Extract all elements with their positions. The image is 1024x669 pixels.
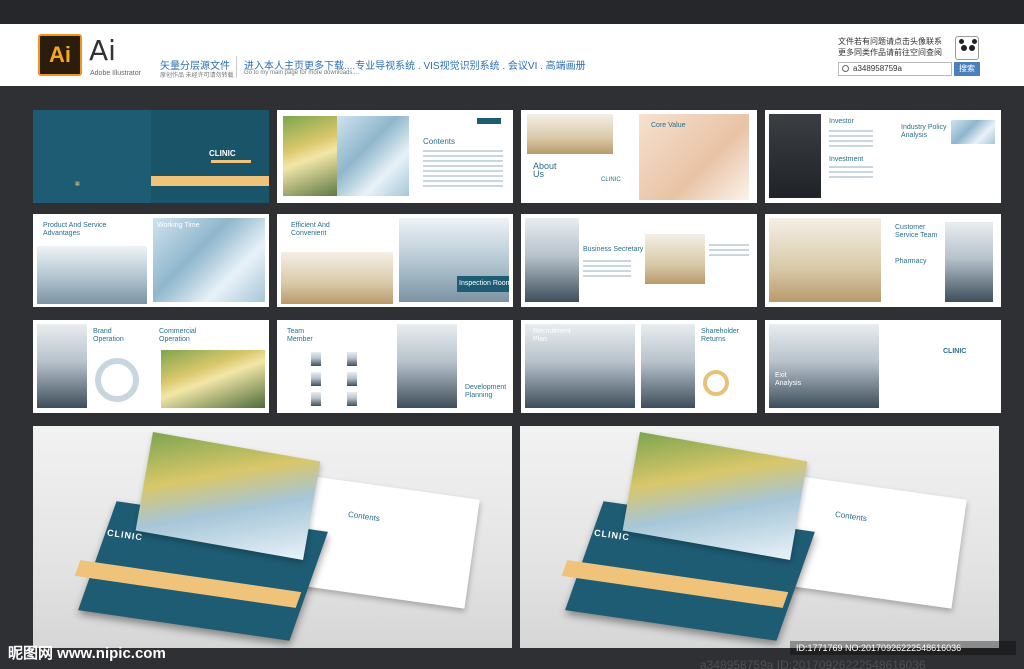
brochure-spread-secretary: Business Secretary: [521, 214, 757, 307]
brochure-spread-customer: Customer Service Team Pharmacy: [765, 214, 1001, 307]
brochure-spread-about: About Us CLINIC Core Value: [521, 110, 757, 203]
pharmacy-title: Pharmacy: [895, 258, 927, 265]
exit-analysis-title: Exit Analysis: [775, 372, 802, 387]
business-secretary-title: Business Secretary: [583, 246, 644, 253]
brochure-spread-exit: Exit Analysis CLINIC: [765, 320, 1001, 413]
brochure-spread-efficient: Efficient And Convenient Inspection Room: [277, 214, 513, 307]
book-mockup-right: CLINIC Contents: [520, 426, 999, 648]
back-cover-clinic: CLINIC: [943, 348, 967, 355]
source-subtitle: 原创作品 未经许可请勿转载: [160, 73, 234, 79]
site-watermark: 昵图网 www.nipic.com: [8, 645, 166, 662]
faint-watermark: a348958759a ID:20170926222548616036: [700, 658, 926, 669]
brochure-spread-product: Product And Service Advantages Working T…: [33, 214, 269, 307]
brand-operation-title: Brand Operation: [93, 328, 124, 343]
about-us-title: About Us: [533, 161, 557, 179]
search-input[interactable]: a348958759a: [838, 62, 952, 76]
ai-subtitle: Adobe Illustrator: [90, 70, 141, 77]
brochure-spread-team: Team Member Development Planning: [277, 320, 513, 413]
search-icon: [842, 65, 849, 72]
illustrator-logo-icon: Ai: [38, 34, 82, 76]
industry-policy-title: Industry Policy Analysis: [901, 124, 947, 139]
team-member-title: Team Member: [287, 328, 313, 343]
about-clinic-label: CLINIC: [601, 177, 621, 183]
product-service-title: Product And Service Advantages: [43, 222, 107, 237]
panda-avatar-icon[interactable]: [955, 36, 979, 60]
working-time-title: Working Time: [157, 222, 200, 229]
recruitment-plan-title: Recruitment Plan: [533, 328, 571, 343]
brochure-spread-contents: Contents: [277, 110, 513, 203]
contact-line-2: 更多同类作品请前往空间查阅: [838, 48, 942, 57]
contact-line-1: 文件若有问题请点击头像联系: [838, 37, 942, 46]
ai-title: Ai: [89, 34, 116, 67]
inspection-room-title: Inspection Room: [459, 280, 512, 287]
top-strip: [0, 0, 1024, 24]
shareholder-returns-title: Shareholder Returns: [701, 328, 740, 343]
customer-service-title: Customer Service Team: [895, 224, 938, 239]
brochure-spread-brand: Brand Operation Commercial Operation: [33, 320, 269, 413]
book-mockup-left: CLINIC Contents: [33, 426, 512, 648]
commercial-operation-title: Commercial Operation: [159, 328, 197, 343]
brochure-spread-cover: ▦ CLINIC: [33, 110, 269, 203]
contents-title: Contents: [423, 137, 456, 146]
cover-clinic-title: CLINIC: [209, 149, 236, 158]
efficient-title: Efficient And Convenient: [291, 222, 330, 237]
header-divider: [236, 56, 237, 78]
brochure-spread-recruitment: Recruitment Plan Shareholder Returns: [521, 320, 757, 413]
page: Ai Ai Adobe Illustrator 矢量分层源文件 原创作品 未经许…: [0, 0, 1024, 669]
investment-title: Investment: [829, 156, 864, 163]
brochure-spread-investor: Investor Investment Industry Policy Anal…: [765, 110, 1001, 203]
image-id-label: ID:1771769 NO:20170926222548616036: [790, 641, 1016, 655]
promo-subtitle: Go to my main page for more downloads...…: [244, 70, 360, 76]
development-planning-title: Development Planning: [465, 384, 507, 399]
investor-title: Investor: [829, 118, 854, 125]
search-button[interactable]: 搜索: [954, 62, 980, 76]
core-value-title: Core Value: [651, 122, 686, 129]
